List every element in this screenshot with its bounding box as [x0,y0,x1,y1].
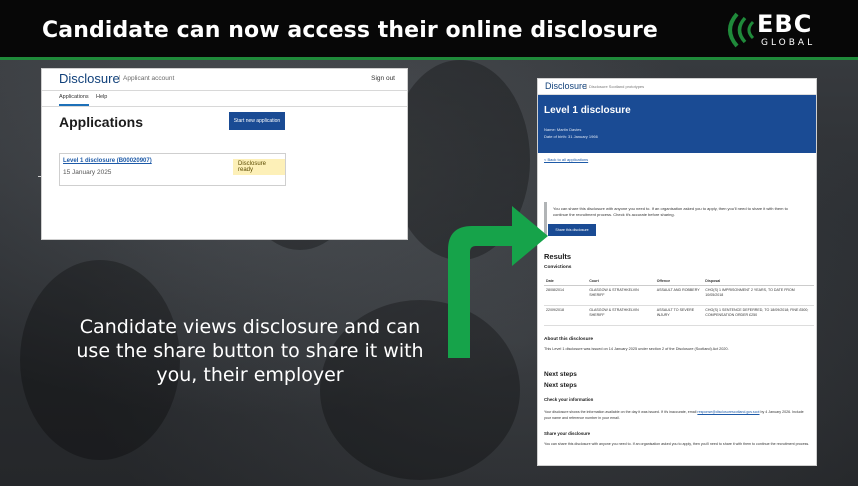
share-your-disclosure-text: You can share this disclosure with anyon… [544,442,810,446]
table-cell: GLASGOW & STRATHKELVIN SHERIFF [587,285,655,306]
start-new-application-button[interactable]: Start new application [229,112,285,130]
table-row: 28/08/2014 GLASGOW & STRATHKELVIN SHERIF… [544,285,814,306]
convictions-table: Date Court Offence Disposal 28/08/2014 G… [544,277,814,326]
column-header-offence: Offence [654,277,704,286]
slide-title: Candidate can now access their online di… [42,18,658,43]
title-bar: Candidate can now access their online di… [0,0,858,60]
share-inset-text: You can share this disclosure with anyon… [553,206,788,217]
disclosure-brand-sub: Disclosure Scotland prototypes [586,84,644,89]
disclosure-topbar: Disclosure Disclosure Scotland prototype… [538,79,816,95]
applicant-nav: Applications Help [42,91,407,107]
table-cell: CHG(S) 1 SENTENCE DEFERRED, TO 18/09/201… [703,305,814,326]
applications-screenshot: Disclosure Applicant account Sign out Ap… [41,68,408,240]
applications-heading: Applications [59,114,144,130]
column-header-court: Court [587,277,655,286]
check-info-text: Your disclosure shows the information av… [544,409,809,421]
table-header-row: Date Court Offence Disposal [544,277,814,286]
about-text: This Level 1 disclosure was issued on 14… [544,347,729,351]
disclosure-hero: Level 1 disclosure Name: Martin Davies D… [538,95,816,153]
logo-mark: EBC [757,10,813,38]
tab-applications[interactable]: Applications [59,94,89,106]
email-link[interactable]: response@disclosurescotland.gov.scot [697,410,759,414]
next-steps-heading: Next steps [544,382,577,389]
applicant-name: Name: Martin Davies [544,127,582,132]
status-badge: Disclosure ready [233,159,285,175]
disclosure-brand: Disclosure [545,81,588,91]
check-info-heading: Check your information [544,397,594,402]
logo-sub: GLOBAL [761,38,816,48]
disclosure-screenshot: Disclosure Disclosure Scotland prototype… [537,78,817,466]
check-info-text-1: Your disclosure shows the information av… [544,410,697,414]
slide-caption: Candidate views disclosure and can use t… [76,316,424,386]
connector-dash [38,176,42,177]
back-link[interactable]: < Back to all applications [544,157,588,162]
sign-out-link[interactable]: Sign out [371,75,395,82]
application-card[interactable]: Level 1 disclosure (B00020907) 15 Januar… [59,153,286,186]
share-your-disclosure-heading: Share your disclosure [544,431,591,436]
table-row: 22/09/2018 GLASGOW & STRATHKELVIN SHERIF… [544,305,814,326]
applicant-header: Disclosure Applicant account Sign out [42,69,407,91]
column-header-disposal: Disposal [703,277,814,286]
table-cell: ASSAULT AND ROBBERY [654,285,704,306]
slide: Candidate can now access their online di… [0,0,858,486]
disclosure-brand: Disclosure [59,71,120,86]
table-cell: GLASGOW & STRATHKELVIN SHERIFF [587,305,655,326]
next-steps-heading-cut: Next steps [544,371,577,377]
disclosure-heading: Level 1 disclosure [544,105,631,116]
share-disclosure-button[interactable]: Share this disclosure [548,224,596,236]
table-cell: CHG(S) 1 IMPRISONMENT 2 YEARS, TO DATE F… [703,285,814,306]
logo-swoosh-icon [728,12,755,48]
application-link[interactable]: Level 1 disclosure (B00020907) [63,158,152,164]
table-cell: ASSAULT TO SEVERE INJURY [654,305,704,326]
ebc-global-logo: EBC GLOBAL [717,8,827,52]
application-date: 15 January 2025 [63,169,112,176]
applicant-account-label: Applicant account [119,75,174,82]
tab-help[interactable]: Help [96,94,107,100]
applicant-dob: Date of birth: 31 January 1966 [544,134,598,139]
green-arrow-icon [448,206,548,358]
